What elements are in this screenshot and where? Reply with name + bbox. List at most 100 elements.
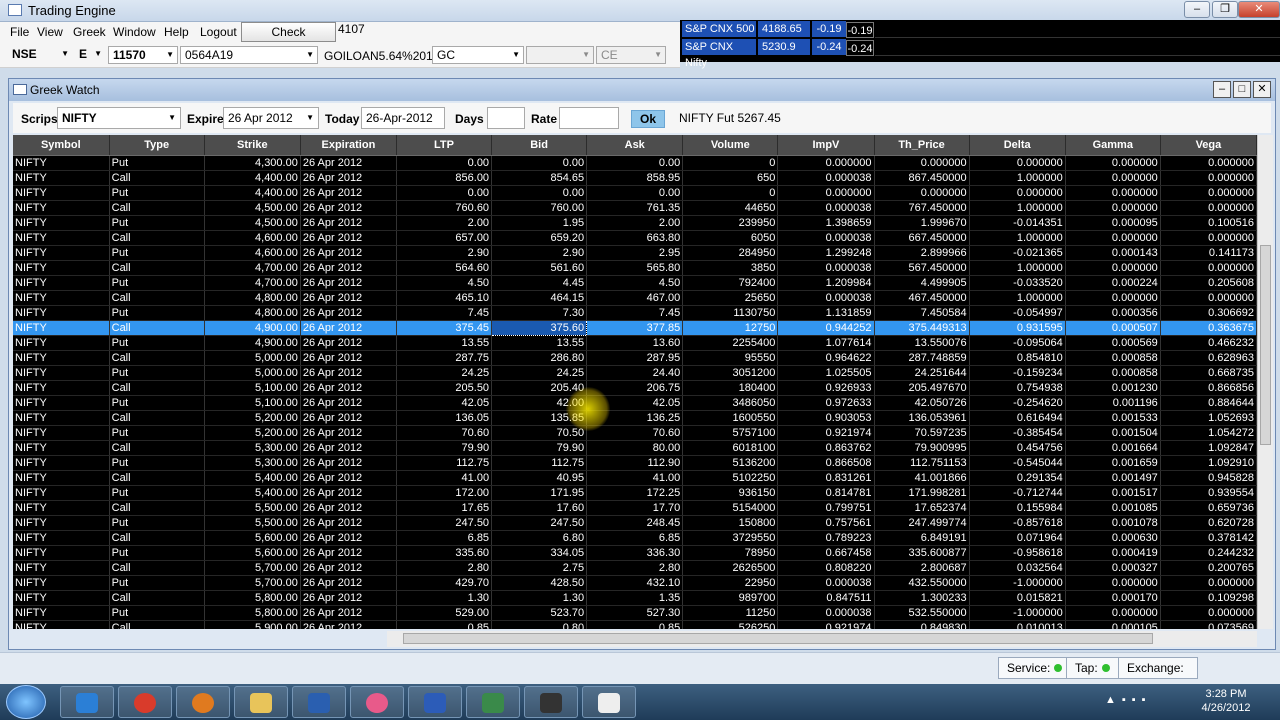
horizontal-scrollbar[interactable] <box>387 631 1257 647</box>
option-type-select[interactable]: CE ▼ <box>596 46 666 64</box>
table-row[interactable]: NIFTYCall5,200.0026 Apr 2012136.05135.85… <box>13 410 1257 426</box>
table-row[interactable]: NIFTY Put 4,400.00 26 Apr 2012 0.00 0.00 0.00 0… <box>13 185 1257 201</box>
close-button[interactable]: ✕ <box>1238 1 1280 18</box>
exchange-select[interactable]: NSE ▼ <box>8 46 72 64</box>
table-row[interactable]: NIFTYPut5,100.0026 Apr 201242.0542.0042.… <box>13 395 1257 411</box>
table-row[interactable]: NIFTY Call 4,500.00 26 Apr 2012 760.60 760.00… <box>13 200 1257 216</box>
code-select[interactable]: 11570 ▼ <box>108 46 178 64</box>
check-connection-button[interactable]: Check Connection <box>241 22 336 57</box>
blank-select[interactable]: ▼ <box>526 46 594 64</box>
table-cell: 2.00 <box>396 215 493 231</box>
word-icon[interactable] <box>408 686 462 718</box>
table-row[interactable]: NIFTY Put 5,700.00 26 Apr 2012 429.70 428.50 4… <box>13 575 1257 591</box>
column-header[interactable]: Delta <box>969 135 1066 156</box>
firefox-icon[interactable] <box>176 686 230 718</box>
table-row[interactable]: NIFTY Call 5,400.00 26 Apr 2012 41.00 40.95 41… <box>13 470 1257 486</box>
table-row[interactable]: NIFTY Put 4,600.00 26 Apr 2012 2.90 2.90 2.95 2… <box>13 245 1257 261</box>
table-row[interactable]: NIFTY Call 5,000.00 26 Apr 2012 287.75 286.80… <box>13 350 1257 366</box>
chart-app-icon[interactable] <box>466 686 520 718</box>
table-row[interactable]: NIFTY Put 5,400.00 26 Apr 2012 172.00 171.95 1… <box>13 485 1257 501</box>
clock[interactable]: 3:28 PM 4/26/2012 <box>1196 687 1256 715</box>
menu-greek[interactable]: Greek <box>73 25 106 39</box>
menu-logout[interactable]: Logout <box>200 25 237 39</box>
table-row[interactable]: NIFTY Put 5,300.00 26 Apr 2012 112.75 112.75 1… <box>13 455 1257 471</box>
minimize-button[interactable]: – <box>1184 1 1210 18</box>
table-row[interactable]: NIFTY Put 5,000.00 26 Apr 2012 24.25 24.25 24.… <box>13 365 1257 381</box>
table-row[interactable]: NIFTY Put 4,900.00 26 Apr 2012 13.55 13.55 13.… <box>13 335 1257 351</box>
column-header[interactable]: Bid <box>491 135 588 156</box>
system-tray[interactable]: ▲▪▪▪ <box>1105 694 1152 706</box>
series-select[interactable]: GC ▼ <box>432 46 524 64</box>
rate-field[interactable] <box>559 107 619 129</box>
table-row[interactable]: NIFTY Call 5,600.00 26 Apr 2012 6.85 6.80 6.85… <box>13 530 1257 546</box>
table-cell: 0.000000 <box>1160 200 1257 216</box>
table-row[interactable]: NIFTY Call 5,800.00 26 Apr 2012 1.30 1.30 1.35… <box>13 590 1257 606</box>
table-row[interactable]: NIFTY Call 5,700.00 26 Apr 2012 2.80 2.75 2.80… <box>13 560 1257 576</box>
table-cell: 79.90 <box>491 440 588 456</box>
minimize-button[interactable]: – <box>1213 81 1231 98</box>
dropdown-arrow-icon: ▼ <box>582 50 590 59</box>
start-button[interactable] <box>6 685 46 719</box>
account-select[interactable]: 0564A19 ▼ <box>180 46 318 64</box>
column-header[interactable]: Strike <box>204 135 301 156</box>
table-row[interactable]: NIFTY Call 5,900.00 26 Apr 2012 0.85 0.80 0.85… <box>13 620 1257 629</box>
table-cell: 24.25 <box>396 365 493 381</box>
table-row[interactable]: NIFTY Put 4,800.00 26 Apr 2012 7.45 7.30 7.45 1… <box>13 305 1257 321</box>
table-row[interactable]: NIFTY Put 5,500.00 26 Apr 2012 247.50 247.50 2… <box>13 515 1257 531</box>
maximize-button[interactable]: ❐ <box>1212 1 1238 18</box>
column-header[interactable]: Volume <box>682 135 779 156</box>
ie-icon[interactable] <box>60 686 114 718</box>
table-cell: Call <box>109 230 205 246</box>
table-row[interactable]: NIFTY Call 4,900.00 26 Apr 2012 375.45 375.60… <box>13 319 1257 336</box>
scrips-select[interactable]: NIFTY ▼ <box>57 107 181 129</box>
maximize-button[interactable]: □ <box>1233 81 1251 98</box>
table-row[interactable]: NIFTY Call 4,700.00 26 Apr 2012 564.60 561.60… <box>13 260 1257 276</box>
table-row[interactable]: NIFTY Put 4,300.00 26 Apr 2012 0.00 0.00 0.00 0… <box>13 155 1257 171</box>
table-cell: -1.000000 <box>969 605 1066 621</box>
table-row[interactable]: NIFTY Put 4,500.00 26 Apr 2012 2.00 1.95 2.00 2… <box>13 215 1257 231</box>
table-row[interactable]: NIFTY Put 4,700.00 26 Apr 2012 4.50 4.45 4.50 7… <box>13 275 1257 291</box>
table-row[interactable]: NIFTY Call 4,600.00 26 Apr 2012 657.00 659.20… <box>13 230 1257 246</box>
segment-select[interactable]: E ▼ <box>75 46 105 64</box>
document-icon[interactable] <box>582 686 636 718</box>
table-row[interactable]: NIFTY Call 5,300.00 26 Apr 2012 79.90 79.90 80… <box>13 440 1257 456</box>
app-icon[interactable] <box>524 686 578 718</box>
menu-help[interactable]: Help <box>164 25 189 39</box>
menu-window[interactable]: Window <box>113 25 156 39</box>
greek-table[interactable]: Symbol Type Strike Expiration LTP Bid Ask Volum… <box>13 135 1257 629</box>
table-row[interactable]: NIFTY Put 5,800.00 26 Apr 2012 529.00 523.70 5… <box>13 605 1257 621</box>
scrollbar-thumb[interactable] <box>403 633 1153 644</box>
table-row[interactable]: NIFTY Put 5,200.00 26 Apr 2012 70.60 70.50 70.… <box>13 425 1257 441</box>
table-row[interactable]: NIFTY Put 5,600.00 26 Apr 2012 335.60 334.05 3… <box>13 545 1257 561</box>
menu-file[interactable]: File <box>10 25 29 39</box>
scrollbar-thumb[interactable] <box>1260 245 1271 445</box>
table-cell: 854.65 <box>491 170 588 186</box>
column-header[interactable]: Gamma <box>1065 135 1161 156</box>
expire-select[interactable]: 26 Apr 2012 ▼ <box>223 107 319 129</box>
chrome-icon[interactable] <box>118 686 172 718</box>
column-header[interactable]: Symbol <box>13 135 110 156</box>
vertical-scrollbar[interactable] <box>1257 135 1273 629</box>
days-field[interactable] <box>487 107 525 129</box>
close-button[interactable]: ✕ <box>1253 81 1271 98</box>
table-row[interactable]: NIFTY Call 4,800.00 26 Apr 2012 465.10 464.15… <box>13 290 1257 306</box>
today-field[interactable]: 26-Apr-2012 <box>361 107 445 129</box>
app-icon[interactable] <box>292 686 346 718</box>
column-header[interactable]: ImpV <box>777 135 875 156</box>
column-header[interactable]: Vega <box>1160 135 1257 156</box>
menu-view[interactable]: View <box>37 25 63 39</box>
column-header[interactable]: Expiration <box>300 135 397 156</box>
table-row[interactable]: NIFTY Call 5,500.00 26 Apr 2012 17.65 17.60 17… <box>13 500 1257 516</box>
app-icon[interactable] <box>350 686 404 718</box>
table-cell: 26 Apr 2012 <box>300 515 397 531</box>
table-cell: 0.001504 <box>1065 425 1161 441</box>
column-header[interactable]: Ask <box>586 135 684 156</box>
ok-button[interactable]: Ok <box>631 110 665 128</box>
explorer-icon[interactable] <box>234 686 288 718</box>
table-row[interactable]: NIFTY Call 4,400.00 26 Apr 2012 856.00 854.65… <box>13 170 1257 186</box>
column-header[interactable]: Th_Price <box>874 135 970 156</box>
column-header[interactable]: Type <box>109 135 205 156</box>
table-cell: 3850 <box>682 260 779 276</box>
table-row[interactable]: NIFTY Call 5,100.00 26 Apr 2012 205.50 205.40… <box>13 380 1257 396</box>
column-header[interactable]: LTP <box>396 135 493 156</box>
